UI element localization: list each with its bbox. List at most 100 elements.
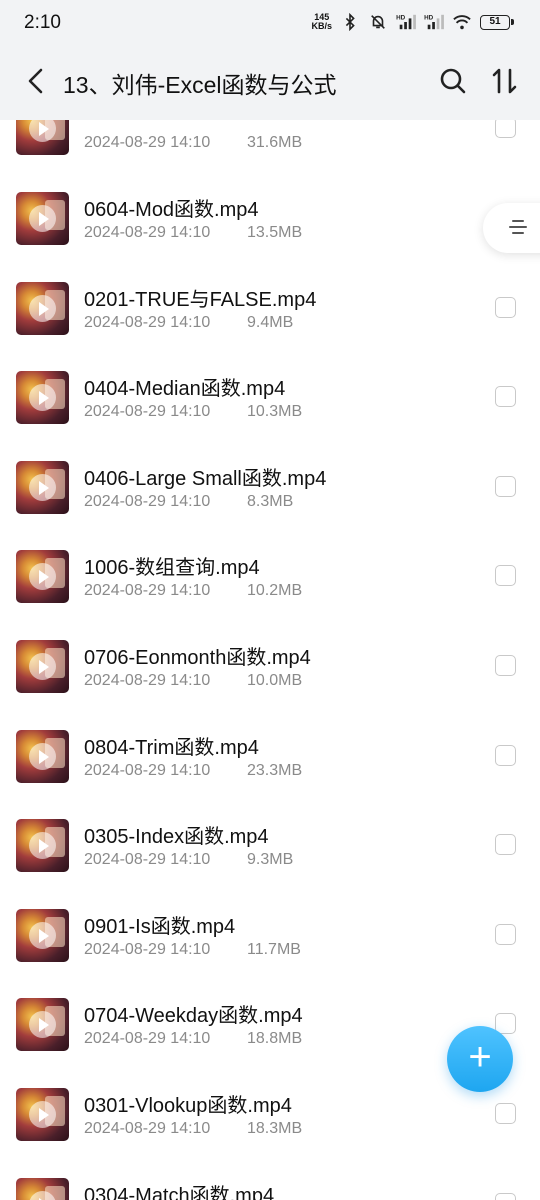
select-checkbox[interactable] <box>495 565 516 587</box>
file-size: 9.3MB <box>247 851 294 869</box>
sort-icon <box>492 68 517 94</box>
video-thumbnail <box>16 371 69 425</box>
file-size: 23.3MB <box>247 761 303 779</box>
file-date: 2024-08-29 14:10 <box>84 313 211 331</box>
side-drawer-handle[interactable] <box>483 203 540 253</box>
file-date: 2024-08-29 14:10 <box>84 1120 211 1137</box>
file-size: 18.8MB <box>247 1030 303 1048</box>
hd-signal-icon: HD <box>424 14 444 30</box>
list-item[interactable]: 0404-Median函数.mp4 2024-08-29 14:10 10.3M… <box>0 358 540 448</box>
file-size: 10.0MB <box>247 672 303 689</box>
mute-bell-icon <box>371 15 385 29</box>
play-icon <box>29 384 56 412</box>
status-bar: 2:10 145 KB/s HD HD 51 <box>0 0 540 44</box>
video-thumbnail <box>16 729 69 783</box>
file-name: 0406-Large Small函数.mp4 <box>84 467 327 490</box>
file-size: 13.5MB <box>247 224 303 241</box>
network-speed-unit: KB/s <box>311 21 332 31</box>
play-icon <box>29 294 56 322</box>
file-date: 2024-08-29 14:10 <box>84 582 211 600</box>
video-thumbnail <box>16 819 69 873</box>
page-title: 13、刘伟-Excel函数与公式 <box>63 72 337 98</box>
select-checkbox[interactable] <box>495 655 516 676</box>
file-size: 9.4MB <box>247 313 294 331</box>
play-icon <box>29 205 56 232</box>
select-checkbox[interactable] <box>495 386 516 408</box>
select-checkbox[interactable] <box>495 1103 516 1124</box>
file-name: 0804-Trim函数.mp4 <box>84 736 259 759</box>
list-item[interactable]: 0305-Index函数.mp4 2024-08-29 14:10 9.3MB <box>0 806 540 896</box>
back-button[interactable] <box>22 66 52 96</box>
search-button[interactable] <box>438 66 468 96</box>
video-thumbnail <box>16 192 69 245</box>
file-name: 0704-Weekday函数.mp4 <box>84 1005 303 1028</box>
file-date: 2024-08-29 14:10 <box>84 224 211 241</box>
bluetooth-icon <box>345 13 355 31</box>
file-name: 0304-Match函数.mp4 <box>84 1184 275 1200</box>
plus-icon: + <box>468 1035 492 1079</box>
play-icon <box>29 653 56 680</box>
video-thumbnail <box>16 460 69 514</box>
file-name: 0404-Median函数.mp4 <box>84 378 286 401</box>
select-checkbox[interactable] <box>495 834 516 856</box>
file-name: 0604-Mod函数.mp4 <box>84 199 259 221</box>
video-thumbnail <box>16 120 69 156</box>
select-checkbox[interactable] <box>495 120 516 139</box>
file-size: 10.2MB <box>247 582 303 600</box>
list-item[interactable]: 0804-Trim函数.mp4 2024-08-29 14:10 23.3MB <box>0 717 540 807</box>
file-name: 0706-Eonmonth函数.mp4 <box>84 647 311 669</box>
play-icon <box>29 921 56 949</box>
hd-signal-icon: HD <box>396 14 416 30</box>
list-item[interactable]: · 2024-08-29 14:10 31.6MB <box>0 120 540 179</box>
select-checkbox[interactable] <box>495 475 516 497</box>
play-icon <box>29 1101 56 1128</box>
file-size: 18.3MB <box>247 1120 303 1137</box>
video-thumbnail <box>16 908 69 962</box>
file-name: 0901-Is函数.mp4 <box>84 915 236 938</box>
file-date: 2024-08-29 14:10 <box>84 851 211 869</box>
menu-lines-icon <box>509 220 527 238</box>
file-date: 2024-08-29 14:10 <box>84 1030 211 1048</box>
play-icon <box>29 473 56 501</box>
file-size: 10.3MB <box>247 403 303 421</box>
video-thumbnail <box>16 640 69 693</box>
status-icons: 145 KB/s HD HD 51 <box>311 13 514 31</box>
play-icon <box>29 832 56 860</box>
file-date: 2024-08-29 14:10 <box>84 403 211 421</box>
select-checkbox[interactable] <box>495 296 516 318</box>
file-date: 2024-08-29 14:10 <box>84 761 211 779</box>
svg-text:HD: HD <box>424 14 434 21</box>
list-item[interactable]: 0706-Eonmonth函数.mp4 2024-08-29 14:10 10.… <box>0 627 540 717</box>
file-date: 2024-08-29 14:10 <box>84 492 211 510</box>
list-item[interactable]: 0304-Match函数.mp4 <box>0 1165 540 1200</box>
file-size: 31.6MB <box>247 134 303 152</box>
file-name: 0305-Index函数.mp4 <box>84 826 269 849</box>
sort-button[interactable] <box>490 66 520 96</box>
file-name: 0301-Vlookup函数.mp4 <box>84 1095 292 1117</box>
video-thumbnail <box>16 550 69 604</box>
list-item[interactable]: 0406-Large Small函数.mp4 2024-08-29 14:10 … <box>0 448 540 538</box>
list-item[interactable]: 0201-TRUE与FALSE.mp4 2024-08-29 14:10 9.4… <box>0 269 540 359</box>
select-checkbox[interactable] <box>495 923 516 945</box>
file-date: 2024-08-29 14:10 <box>84 940 211 958</box>
network-speed: 145 KB/s <box>311 13 332 31</box>
list-item[interactable]: 0604-Mod函数.mp4 2024-08-29 14:10 13.5MB <box>0 179 540 269</box>
search-icon <box>440 68 466 94</box>
list-item[interactable]: 0901-Is函数.mp4 2024-08-29 14:10 11.7MB <box>0 896 540 986</box>
file-name: 0201-TRUE与FALSE.mp4 <box>84 288 317 311</box>
video-thumbnail <box>16 1088 69 1141</box>
chevron-left-icon <box>28 68 43 94</box>
file-name: 1006-数组查询.mp4 <box>84 557 260 580</box>
file-date: 2024-08-29 14:10 <box>84 134 211 152</box>
wifi-icon <box>453 15 471 30</box>
add-button[interactable]: + <box>447 1026 513 1092</box>
list-item[interactable]: 1006-数组查询.mp4 2024-08-29 14:10 10.2MB <box>0 537 540 627</box>
file-size: 11.7MB <box>247 940 301 958</box>
select-checkbox[interactable] <box>495 1192 516 1200</box>
list-item[interactable]: 0301-Vlookup函数.mp4 2024-08-29 14:10 18.3… <box>0 1075 540 1165</box>
file-size: 8.3MB <box>247 492 294 510</box>
file-name: · <box>84 120 91 126</box>
select-checkbox[interactable] <box>495 744 516 766</box>
status-time: 2:10 <box>24 12 61 33</box>
app-header: 13、刘伟-Excel函数与公式 <box>0 44 540 120</box>
